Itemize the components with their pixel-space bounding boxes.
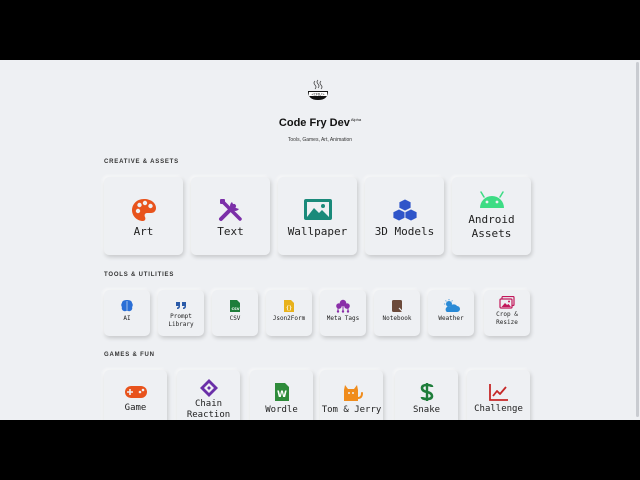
card-prompt-library-label: Prompt Library [168, 313, 194, 328]
card-meta-tags-label: Meta Tags [326, 315, 360, 322]
app-viewport: <CFD/> Code Fry DevAlpha Tools, Games, A… [0, 60, 640, 420]
svg-text:CSV: CSV [231, 307, 239, 311]
card-game[interactable]: Game [104, 370, 167, 420]
card-text-label: Text [217, 225, 244, 238]
card-tom-and-jerry-label: Tom & Jerry [321, 405, 382, 415]
card-chain-reaction-label: Chain Reaction [186, 399, 231, 420]
crop-image-icon [499, 296, 515, 309]
csv-file-icon: CSV [230, 300, 240, 312]
card-weather[interactable]: Weather [428, 290, 474, 336]
notebook-icon [392, 300, 403, 312]
cubes-icon [392, 198, 417, 222]
section-heading-creative: CREATIVE & ASSETS [104, 159, 179, 165]
card-challenge-label: Challenge [474, 404, 523, 414]
card-tom-and-jerry[interactable]: Tom & Jerry [320, 370, 383, 420]
dollar-icon [420, 383, 433, 401]
card-weather-label: Weather [438, 315, 464, 322]
card-wallpaper-label: Wallpaper [287, 225, 348, 238]
card-game-label: Game [124, 403, 147, 413]
palette-icon [131, 199, 156, 221]
card-json2form[interactable]: {} Json2Form [266, 290, 312, 336]
logo-text: <CFD/> [312, 92, 326, 96]
card-crop-resize-label: Crop & Resize [496, 311, 518, 326]
card-csv-label: CSV [229, 315, 241, 322]
alpha-badge: Alpha [350, 117, 362, 122]
card-android-assets[interactable]: Android Assets [452, 177, 531, 255]
page-title: Code Fry DevAlpha [0, 117, 640, 129]
card-crop-resize[interactable]: Crop & Resize [484, 290, 530, 336]
card-json2form-label: Json2Form [272, 315, 306, 322]
word-icon: W [274, 383, 289, 401]
quote-icon [176, 302, 186, 309]
image-icon [303, 199, 332, 220]
card-3d-models-label: 3D Models [374, 225, 435, 238]
svg-text:W: W [277, 390, 287, 400]
card-ai[interactable]: AI [104, 290, 150, 336]
card-csv[interactable]: CSV CSV [212, 290, 258, 336]
android-icon [479, 191, 504, 208]
card-wallpaper[interactable]: Wallpaper [278, 177, 357, 255]
weather-icon [444, 299, 460, 312]
brain-icon [121, 300, 133, 312]
json-file-icon: {} [284, 300, 294, 312]
card-notebook[interactable]: Notebook [374, 290, 420, 336]
card-art-label: Art [133, 225, 154, 238]
card-chain-reaction[interactable]: Chain Reaction [177, 370, 240, 420]
page-scrollbar[interactable] [636, 62, 639, 417]
card-text[interactable]: Text [191, 177, 270, 255]
section-heading-tools: TOOLS & UTILITIES [104, 272, 175, 278]
card-prompt-library[interactable]: Prompt Library [158, 290, 204, 336]
card-art[interactable]: Art [104, 177, 183, 255]
card-wordle[interactable]: W Wordle [250, 370, 313, 420]
card-wordle-label: Wordle [265, 405, 298, 415]
svg-text:{}: {} [286, 306, 292, 312]
card-notebook-label: Notebook [382, 315, 412, 322]
tools-icon [218, 199, 242, 221]
card-meta-tags[interactable]: Meta Tags [320, 290, 366, 336]
card-snake-label: Snake [412, 405, 441, 415]
card-ai-label: AI [123, 315, 131, 322]
page-subtitle: Tools, Games, Art, Animation [287, 137, 353, 143]
card-challenge[interactable]: Challenge [467, 370, 530, 420]
cat-icon [343, 385, 363, 401]
chart-line-icon [488, 384, 508, 401]
card-snake[interactable]: Snake [395, 370, 458, 420]
chain-icon [199, 379, 218, 397]
card-android-assets-label: Android Assets [468, 213, 515, 240]
logo-icon: <CFD/> [308, 79, 328, 100]
gamepad-icon [124, 386, 147, 398]
title-text: Code Fry Dev [278, 117, 350, 129]
card-3d-models[interactable]: 3D Models [365, 177, 444, 255]
sitemap-icon [336, 299, 350, 313]
section-heading-games: GAMES & FUN [104, 352, 155, 358]
